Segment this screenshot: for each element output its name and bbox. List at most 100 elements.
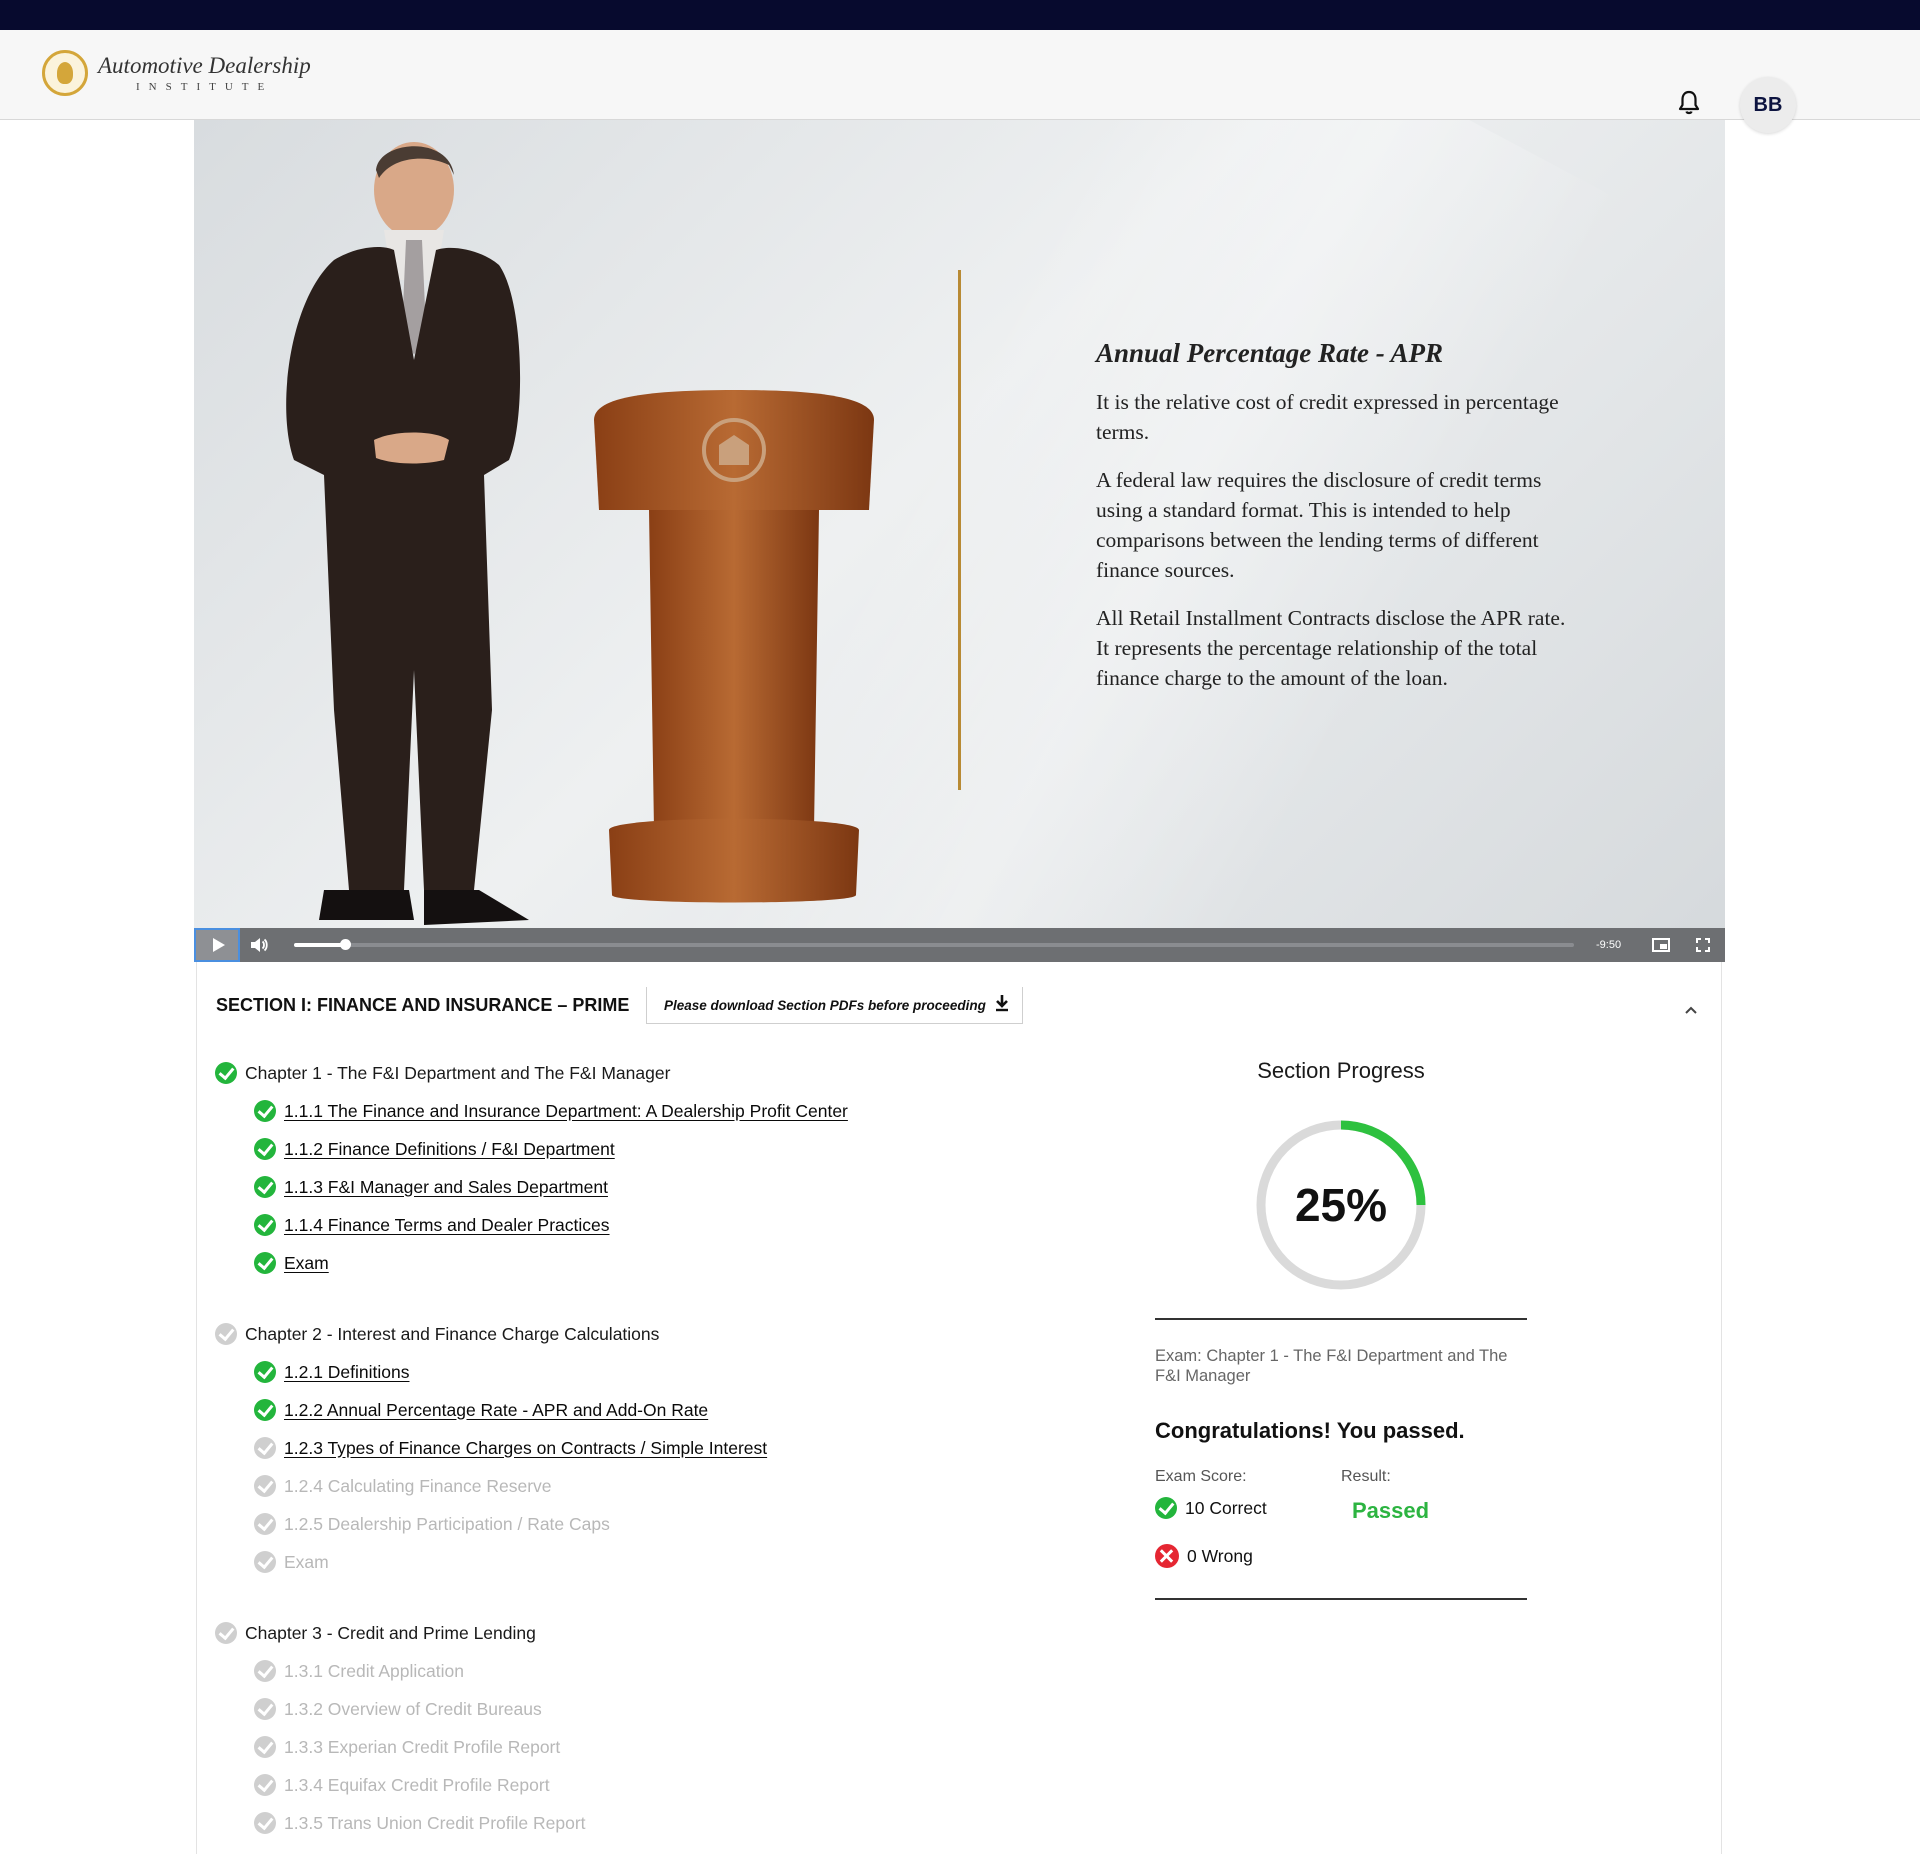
check-circle-icon [254, 1660, 276, 1682]
user-avatar[interactable]: BB [1740, 77, 1796, 133]
progress-percent: 25% [1294, 1179, 1388, 1231]
result-status: Passed [1352, 1498, 1430, 1523]
progress-ring: 25% [1254, 1118, 1428, 1292]
slide-title: Annual Percentage Rate - APR [1096, 338, 1444, 368]
chapter-row: Chapter 1 - The F&I Department and The F… [215, 1054, 915, 1092]
lesson-label: 1.3.4 Equifax Credit Profile Report [284, 1774, 550, 1795]
lesson-link[interactable]: 1.1.3 F&I Manager and Sales Department [284, 1177, 608, 1198]
check-circle-icon [215, 1622, 237, 1644]
lesson-item: 1.3.5 Trans Union Credit Profile Report [215, 1804, 915, 1842]
lesson-link[interactable]: 1.1.1 The Finance and Insurance Departme… [284, 1101, 848, 1122]
lesson-item[interactable]: 1.1.2 Finance Definitions / F&I Departme… [215, 1130, 915, 1168]
lesson-item: 1.3.3 Experian Credit Profile Report [215, 1728, 915, 1766]
x-circle-icon [1155, 1544, 1179, 1568]
lesson-item[interactable]: 1.2.2 Annual Percentage Rate - APR and A… [215, 1391, 915, 1429]
correct-count: 10 Correct [1155, 1497, 1267, 1519]
lesson-item[interactable]: 1.2.3 Types of Finance Charges on Contra… [215, 1429, 915, 1467]
video-player[interactable]: Annual Percentage Rate - APR It is the r… [194, 120, 1725, 962]
check-circle-icon [254, 1475, 276, 1497]
lesson-item[interactable]: 1.1.4 Finance Terms and Dealer Practices [215, 1206, 915, 1244]
lesson-link[interactable]: 1.1.4 Finance Terms and Dealer Practices [284, 1215, 610, 1236]
lesson-label: 1.3.3 Experian Credit Profile Report [284, 1736, 561, 1757]
download-pdfs-button[interactable]: Please download Section PDFs before proc… [646, 987, 1023, 1024]
lesson-link[interactable]: 1.2.2 Annual Percentage Rate - APR and A… [284, 1400, 708, 1421]
lesson-label: 1.3.1 Credit Application [284, 1660, 464, 1681]
logo-subtitle: INSTITUTE [136, 81, 274, 93]
lesson-item: 1.3.1 Credit Application [215, 1652, 915, 1690]
check-circle-icon [254, 1736, 276, 1758]
video-progress-fill [294, 943, 346, 947]
logo[interactable]: Automotive Dealership INSTITUTE [42, 50, 311, 96]
check-circle-icon [254, 1176, 276, 1198]
check-circle-icon [1155, 1497, 1177, 1519]
lesson-label: 1.3.2 Overview of Credit Bureaus [284, 1698, 542, 1719]
lesson-item: 1.2.5 Dealership Participation / Rate Ca… [215, 1505, 915, 1543]
collapse-chevron-icon[interactable] [1683, 1002, 1699, 1018]
lesson-label: 1.2.4 Calculating Finance Reserve [284, 1475, 552, 1496]
lesson-link[interactable]: 1.2.3 Types of Finance Charges on Contra… [284, 1438, 767, 1459]
lesson-item[interactable]: 1.1.1 The Finance and Insurance Departme… [215, 1092, 915, 1130]
chapter-title: Chapter 3 - Credit and Prime Lending [245, 1622, 536, 1643]
exam-score-grid: Exam Score: Result: 10 Correct 0 Wrong P… [1155, 1468, 1527, 1598]
presenter-figure [286, 142, 529, 925]
check-circle-icon [254, 1812, 276, 1834]
download-icon [994, 994, 1010, 1017]
check-circle-icon [215, 1062, 237, 1084]
check-circle-icon [215, 1323, 237, 1345]
check-circle-icon [254, 1100, 276, 1122]
lesson-item: 1.3.2 Overview of Credit Bureaus [215, 1690, 915, 1728]
lesson-item[interactable]: Exam [215, 1244, 915, 1282]
divider [1155, 1598, 1527, 1600]
lesson-link[interactable]: 1.2.1 Definitions [284, 1362, 410, 1383]
slide-content: Annual Percentage Rate - APR It is the r… [1096, 338, 1576, 711]
check-circle-icon [254, 1774, 276, 1796]
check-circle-icon [254, 1361, 276, 1383]
logo-title: Automotive Dealership [98, 53, 311, 78]
check-circle-icon [254, 1437, 276, 1459]
lesson-label: 1.2.5 Dealership Participation / Rate Ca… [284, 1513, 610, 1534]
notification-bell-icon[interactable] [1677, 90, 1701, 116]
logo-emblem-icon [42, 50, 88, 96]
slide-paragraph-1: It is the relative cost of credit expres… [1096, 390, 1559, 444]
section-progress-title: Section Progress [1257, 1058, 1425, 1083]
check-circle-icon [254, 1399, 276, 1421]
correct-count-label: 10 Correct [1185, 1497, 1267, 1518]
exam-congrats-message: Congratulations! You passed. [1155, 1418, 1465, 1443]
exam-name: Exam: Chapter 1 - The F&I Department and… [1155, 1347, 1508, 1385]
exam-score-label: Exam Score: [1155, 1468, 1247, 1485]
top-accent-bar [0, 0, 1920, 30]
section-panel: SECTION I: FINANCE AND INSURANCE – PRIME… [196, 962, 1722, 1854]
divider [1155, 1318, 1527, 1320]
lesson-item: 1.2.4 Calculating Finance Reserve [215, 1467, 915, 1505]
time-remaining: -9:50 [1596, 939, 1622, 951]
check-circle-icon [254, 1138, 276, 1160]
lesson-label: 1.3.5 Trans Union Credit Profile Report [284, 1812, 586, 1833]
check-circle-icon [254, 1513, 276, 1535]
lesson-item: 1.3.4 Equifax Credit Profile Report [215, 1766, 915, 1804]
lesson-link[interactable]: 1.1.2 Finance Definitions / F&I Departme… [284, 1139, 615, 1160]
slide-paragraph-2: A federal law requires the disclosure of… [1096, 468, 1542, 582]
video-scrubber-handle[interactable] [340, 939, 352, 950]
result-label: Result: [1341, 1468, 1391, 1485]
slide-paragraph-3: All Retail Installment Contracts disclos… [1096, 606, 1566, 690]
picture-in-picture-icon[interactable] [1646, 928, 1676, 962]
play-button[interactable] [194, 928, 240, 962]
fullscreen-icon[interactable] [1688, 928, 1718, 962]
lesson-item[interactable]: 1.2.1 Definitions [215, 1353, 915, 1391]
lesson-item: Exam [215, 1543, 915, 1581]
section-title: SECTION I: FINANCE AND INSURANCE – PRIME [216, 995, 630, 1015]
download-pdfs-label: Please download Section PDFs before proc… [664, 997, 986, 1013]
video-progress-bar[interactable] [294, 939, 1574, 950]
check-circle-icon [254, 1252, 276, 1274]
podium-graphic [594, 390, 874, 903]
chapter-row: Chapter 3 - Credit and Prime Lending [215, 1614, 915, 1652]
lesson-item[interactable]: 1.1.3 F&I Manager and Sales Department [215, 1168, 915, 1206]
check-circle-icon [254, 1214, 276, 1236]
course-outline: Chapter 1 - The F&I Department and The F… [215, 1054, 915, 1842]
lesson-link[interactable]: Exam [284, 1253, 329, 1274]
wrong-count: 0 Wrong [1155, 1544, 1253, 1568]
volume-icon[interactable] [240, 928, 278, 962]
wrong-count-label: 0 Wrong [1187, 1545, 1253, 1566]
check-circle-icon [254, 1698, 276, 1720]
slide-divider-line [958, 270, 961, 790]
